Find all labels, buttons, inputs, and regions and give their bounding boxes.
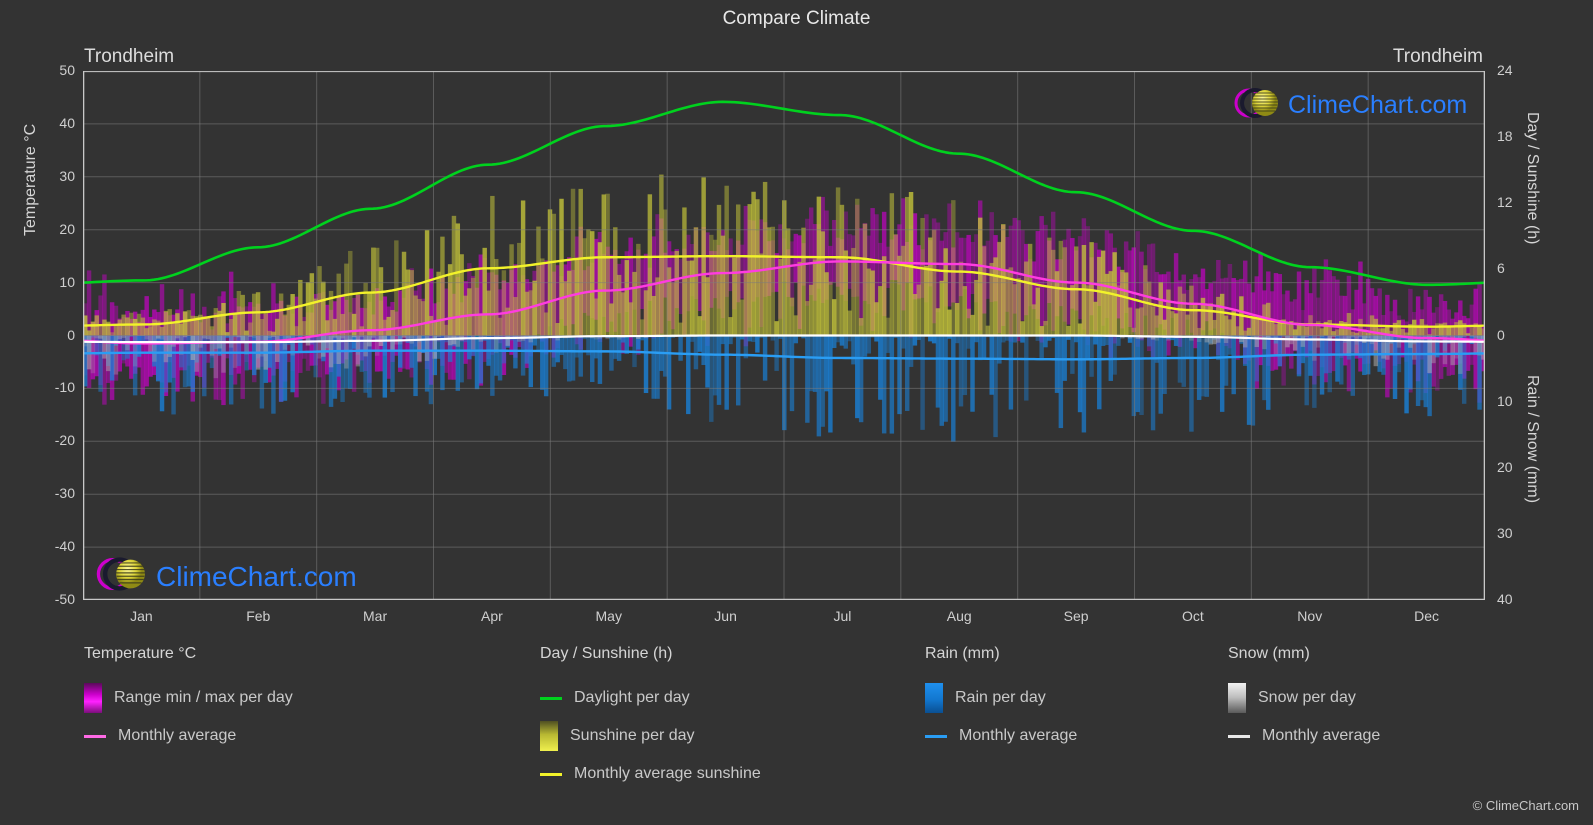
legend-item[interactable]: Monthly average bbox=[1228, 717, 1380, 755]
legend-item[interactable]: Snow per day bbox=[1228, 679, 1380, 717]
legend-item-label: Monthly average bbox=[1262, 727, 1381, 744]
legend-group-snow-mm: Snow (mm) Snow per day Monthly average bbox=[1228, 645, 1380, 755]
y-tick-left: 0 bbox=[67, 326, 75, 343]
legend-line-icon bbox=[925, 734, 947, 738]
wordmark-text: ClimeChart.com bbox=[1288, 91, 1468, 119]
x-tick-jul: Jul bbox=[833, 608, 852, 624]
climechart-logo-mark bbox=[94, 552, 156, 601]
y-tick-left: 30 bbox=[59, 167, 75, 184]
x-tick-oct: Oct bbox=[1182, 608, 1204, 624]
legend-item-label: Daylight per day bbox=[574, 689, 690, 706]
x-tick-may: May bbox=[595, 608, 622, 624]
climechart-wordmark: ClimeChart.com bbox=[1288, 93, 1467, 118]
legend-group-title: Snow (mm) bbox=[1228, 645, 1310, 662]
legend-swatch-icon bbox=[925, 683, 943, 713]
logo-glyph-icon bbox=[96, 557, 145, 591]
legend-item[interactable]: Sunshine per day bbox=[540, 717, 761, 755]
y-tick-left: -40 bbox=[54, 538, 75, 555]
city-label-left: Trondheim bbox=[84, 46, 175, 67]
legend-group-title: Day / Sunshine (h) bbox=[540, 645, 673, 662]
x-tick-aug: Aug bbox=[946, 608, 972, 624]
legend-group-temperature-c: Temperature °C Range min / max per day Mon… bbox=[84, 645, 293, 755]
logo-glyph-icon bbox=[1234, 88, 1278, 118]
legend-swatch-icon bbox=[540, 721, 558, 751]
legend-item-label: Monthly average bbox=[118, 727, 237, 744]
y-tick-right-bottom: 20 bbox=[1497, 458, 1513, 475]
legend-item[interactable]: Monthly average sunshine bbox=[540, 755, 761, 793]
y-tick-right-bottom: 10 bbox=[1497, 392, 1513, 409]
watermark-logo-top: ClimeChart.com bbox=[1232, 84, 1467, 127]
x-tick-mar: Mar bbox=[363, 608, 388, 624]
page-title: Compare Climate bbox=[722, 8, 871, 29]
legend-group-day-sunshine-h: Day / Sunshine (h) Daylight per day Sunshi… bbox=[540, 645, 761, 793]
legend-group-rain-mm: Rain (mm) Rain per day Monthly average bbox=[925, 645, 1077, 755]
legend-item[interactable]: Monthly average bbox=[84, 717, 293, 755]
y-tick-left: 40 bbox=[59, 114, 75, 131]
y-tick-right-top: 18 bbox=[1497, 128, 1513, 145]
x-tick-jan: Jan bbox=[130, 608, 153, 624]
legend-line-icon bbox=[540, 772, 562, 776]
y-tick-right-top: 12 bbox=[1497, 194, 1513, 211]
y-tick-left: 20 bbox=[59, 220, 75, 237]
legend-item-label: Snow per day bbox=[1258, 689, 1356, 706]
x-tick-dec: Dec bbox=[1414, 608, 1440, 624]
legend-item[interactable]: Monthly average bbox=[925, 717, 1077, 755]
x-tick-sep: Sep bbox=[1063, 608, 1089, 624]
legend-line-icon bbox=[84, 734, 106, 738]
chart-legend: Temperature °C Range min / max per day Mon… bbox=[0, 645, 1593, 820]
x-tick-nov: Nov bbox=[1297, 608, 1323, 624]
y-tick-right-top: 0 bbox=[1497, 326, 1505, 343]
y-tick-left: -30 bbox=[54, 485, 75, 502]
city-label-right: Trondheim bbox=[1392, 46, 1483, 67]
legend-item[interactable]: Daylight per day bbox=[540, 679, 761, 717]
y-tick-left: -50 bbox=[54, 591, 75, 607]
x-tick-feb: Feb bbox=[246, 608, 271, 624]
legend-item-label: Range min / max per day bbox=[114, 689, 293, 706]
legend-line-icon bbox=[540, 696, 562, 700]
y-tick-left: -10 bbox=[54, 379, 75, 396]
climate-chart-svg bbox=[83, 71, 1485, 600]
y-tick-right-top: 24 bbox=[1497, 62, 1513, 78]
x-tick-apr: Apr bbox=[481, 608, 503, 624]
legend-item-label: Sunshine per day bbox=[570, 727, 695, 744]
legend-swatch-icon bbox=[84, 683, 102, 713]
legend-item-label: Rain per day bbox=[955, 689, 1046, 706]
legend-item[interactable]: Rain per day bbox=[925, 679, 1077, 717]
y-tick-right-top: 6 bbox=[1497, 260, 1505, 277]
copyright-text: © ClimeChart.com bbox=[1472, 798, 1579, 813]
legend-line-icon bbox=[1228, 734, 1250, 738]
legend-swatch-icon bbox=[1228, 683, 1246, 713]
wordmark-text: ClimeChart.com bbox=[156, 560, 357, 592]
climechart-wordmark: ClimeChart.com bbox=[156, 560, 357, 592]
y-tick-left: -20 bbox=[54, 432, 75, 449]
legend-item-label: Monthly average bbox=[959, 727, 1078, 744]
legend-group-title: Rain (mm) bbox=[925, 645, 1000, 662]
watermark-logo-bottom: ClimeChart.com bbox=[94, 552, 357, 601]
legend-item[interactable]: Range min / max per day bbox=[84, 679, 293, 717]
y-tick-right-bottom: 30 bbox=[1497, 524, 1513, 541]
legend-group-title: Temperature °C bbox=[84, 645, 197, 662]
climechart-logo-mark bbox=[1232, 84, 1288, 127]
y-tick-left: 10 bbox=[59, 273, 75, 290]
chart-plot-area[interactable] bbox=[83, 71, 1485, 600]
legend-item-label: Monthly average sunshine bbox=[574, 765, 761, 782]
x-tick-jun: Jun bbox=[714, 608, 737, 624]
y-tick-right-bottom: 40 bbox=[1497, 591, 1513, 607]
y-tick-left: 50 bbox=[59, 62, 75, 78]
